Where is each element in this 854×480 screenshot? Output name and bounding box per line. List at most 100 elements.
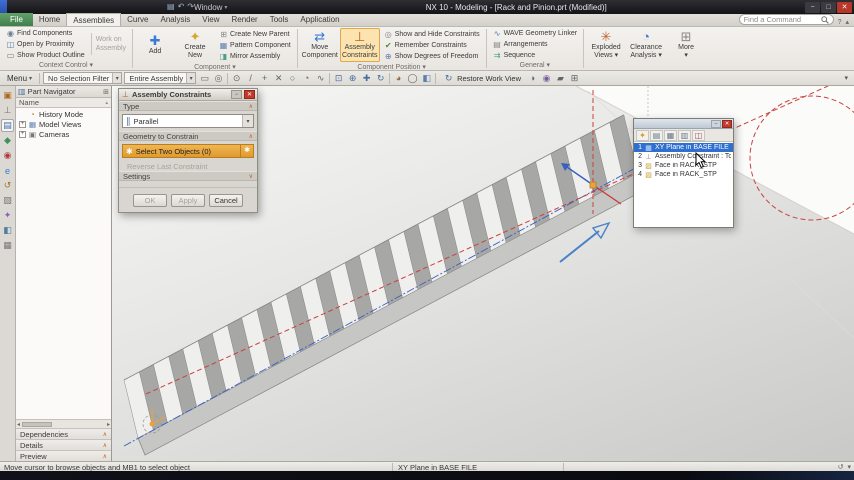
- cancel-button[interactable]: Cancel: [209, 194, 243, 207]
- mirror-assembly-button[interactable]: ◨ Mirror Assembly: [217, 51, 293, 61]
- window-icon[interactable]: ⊞: [568, 72, 581, 85]
- panel-section-preview[interactable]: Preview ∧: [16, 450, 111, 461]
- dialog-pin-button[interactable]: −: [231, 90, 242, 99]
- name-column-header[interactable]: Name ▴: [16, 98, 111, 108]
- roles-icon[interactable]: ◧: [1, 224, 14, 237]
- more-button[interactable]: ⊞ More ▾: [666, 28, 706, 62]
- open-by-proximity-button[interactable]: ◫ Open by Proximity: [4, 39, 87, 49]
- panel-section-dependencies[interactable]: Dependencies ∧: [16, 428, 111, 439]
- wave-geometry-linker-button[interactable]: ∿ WAVE Geometry Linker: [491, 28, 580, 38]
- save-icon[interactable]: ▤: [167, 3, 175, 11]
- tab-file[interactable]: File: [0, 13, 33, 26]
- pattern-component-button[interactable]: ▦ Pattern Component: [217, 40, 293, 50]
- tree-item-history-mode[interactable]: ◔ History Mode: [16, 109, 111, 119]
- tab-assemblies[interactable]: Assemblies: [66, 13, 122, 26]
- select-window-icon[interactable]: ▭: [198, 72, 211, 85]
- add-component-button[interactable]: ✚ Add: [135, 32, 175, 58]
- settings-icon[interactable]: ◫: [692, 129, 705, 141]
- panel-close-button[interactable]: ✕: [722, 119, 732, 128]
- wireframe-view-icon[interactable]: ◯: [406, 72, 419, 85]
- fit-view-icon[interactable]: ⊡: [332, 72, 345, 85]
- process-studio-icon[interactable]: ▧: [1, 194, 14, 207]
- point-on-curve-icon[interactable]: ∿: [314, 72, 327, 85]
- clearance-analysis-button[interactable]: ◔ Clearance Analysis ▾: [626, 28, 666, 62]
- list-view-icon[interactable]: ▤: [650, 129, 663, 141]
- horizontal-scrollbar[interactable]: ◂ ▸: [16, 419, 111, 428]
- status-expand-icon[interactable]: ▾: [847, 463, 851, 471]
- dialog-close-button[interactable]: ✕: [244, 90, 255, 99]
- type-section-header[interactable]: Type ∧: [119, 101, 257, 111]
- find-components-button[interactable]: ◉ Find Components: [4, 28, 87, 38]
- dialog-titlebar[interactable]: ⊥ Assembly Constraints − ✕: [119, 89, 257, 101]
- remember-constraints-button[interactable]: ✔ Remember Constraints: [382, 40, 482, 50]
- tab-home[interactable]: Home: [33, 13, 66, 26]
- toolbar-overflow-icon[interactable]: ▾: [844, 74, 851, 82]
- true-shading-icon[interactable]: ◉: [540, 72, 553, 85]
- create-new-button[interactable]: ✦ Create New: [175, 28, 215, 62]
- tree-item-model-views[interactable]: + ▦ Model Views: [16, 119, 111, 129]
- minimize-ribbon-icon[interactable]: ▴: [845, 18, 849, 26]
- detail-view-icon[interactable]: ▦: [664, 129, 677, 141]
- select-objects-field[interactable]: ✱ Select Two Objects (0) ✱: [122, 144, 254, 158]
- move-component-button[interactable]: ⇄ Move Component: [300, 28, 340, 62]
- status-history-icon[interactable]: ↺: [838, 463, 844, 471]
- tab-render[interactable]: Render: [225, 13, 263, 26]
- expand-icon[interactable]: +: [19, 120, 26, 128]
- scroll-left-icon[interactable]: ◂: [17, 421, 20, 428]
- zoom-icon[interactable]: ⊕: [346, 72, 359, 85]
- command-search[interactable]: Find a Command: [738, 14, 834, 25]
- panel-pin-button[interactable]: −: [711, 119, 721, 128]
- internet-explorer-icon[interactable]: e: [1, 164, 14, 177]
- help-icon[interactable]: ?: [838, 19, 842, 26]
- selection-list-item[interactable]: 3 ▨ Face in RACK_STP: [634, 161, 733, 170]
- system-materials-icon[interactable]: ▦: [1, 239, 14, 252]
- show-degrees-of-freedom-button[interactable]: ⊕ Show Degrees of Freedom: [382, 51, 482, 61]
- selection-list-item[interactable]: 1 ▦ XY Plane in BASE FILE: [634, 143, 733, 152]
- sequence-button[interactable]: ⇉ Sequence: [491, 50, 580, 60]
- part-navigator-icon[interactable]: ▤: [1, 119, 14, 132]
- tab-curve[interactable]: Curve: [121, 13, 154, 26]
- column-view-icon[interactable]: ▥: [678, 129, 691, 141]
- edit-section-icon[interactable]: ▰: [554, 72, 567, 85]
- select-icon[interactable]: ✦: [636, 129, 649, 141]
- tab-view[interactable]: View: [196, 13, 225, 26]
- quickpick-titlebar[interactable]: − ✕: [634, 119, 733, 129]
- tab-tools[interactable]: Tools: [264, 13, 295, 26]
- assembly-constraints-button[interactable]: ⊥ Assembly Constraints: [339, 28, 380, 62]
- arrangements-button[interactable]: ▤ Arrangements: [491, 39, 580, 49]
- selection-list-item[interactable]: 4 ▨ Face in RACK_STP: [634, 170, 733, 179]
- quadrant-point-icon[interactable]: ◔: [300, 72, 313, 85]
- history-palette-icon[interactable]: ↺: [1, 179, 14, 192]
- tab-application[interactable]: Application: [294, 13, 345, 26]
- point-dialog-button[interactable]: ✱: [240, 145, 253, 157]
- show-and-hide-constraints-button[interactable]: ◎ Show and Hide Constraints: [382, 29, 482, 39]
- pan-icon[interactable]: ✚: [360, 72, 373, 85]
- constraint-navigator-icon[interactable]: ⊥: [1, 104, 14, 117]
- maximize-button[interactable]: □: [821, 1, 836, 13]
- view-orientation-icon[interactable]: ◧: [420, 72, 433, 85]
- panel-options-icon[interactable]: ⊞: [103, 88, 109, 96]
- panel-section-details[interactable]: Details ∧: [16, 439, 111, 450]
- constraint-type-dropdown[interactable]: ∥ Parallel ▾: [122, 114, 254, 128]
- assembly-navigator-icon[interactable]: ▣: [1, 89, 14, 102]
- selection-filter-dropdown[interactable]: No Selection Filter ▾: [43, 72, 123, 84]
- scrollbar-thumb[interactable]: [22, 421, 53, 427]
- snap-point-icon[interactable]: ⊙: [230, 72, 243, 85]
- mid-point-icon[interactable]: +: [258, 72, 271, 85]
- show-product-outline-button[interactable]: ▭ Show Product Outline: [4, 50, 87, 60]
- selection-scope-dropdown[interactable]: Entire Assembly ▾: [124, 72, 197, 84]
- exploded-views-button[interactable]: ✳ Exploded Views ▾: [586, 28, 626, 62]
- tree-item-cameras[interactable]: + ▣ Cameras: [16, 129, 111, 139]
- ok-button[interactable]: OK: [133, 194, 167, 207]
- chevron-down-icon[interactable]: ▾: [242, 115, 253, 127]
- expand-icon[interactable]: +: [19, 130, 26, 138]
- highlight-icon[interactable]: ◎: [212, 72, 225, 85]
- rotate-icon[interactable]: ↻: [374, 72, 387, 85]
- restore-work-view-button[interactable]: ↻ Restore Work View: [439, 72, 524, 85]
- part-navigator-header[interactable]: ▥ Part Navigator ⊞: [16, 86, 111, 98]
- scroll-right-icon[interactable]: ▸: [107, 421, 110, 428]
- reuse-library-icon[interactable]: ◆: [1, 134, 14, 147]
- selection-list-item[interactable]: 2 ⊥ Assembly Constraint : To...: [634, 152, 733, 161]
- apply-button[interactable]: Apply: [171, 194, 205, 207]
- arc-center-icon[interactable]: ○: [286, 72, 299, 85]
